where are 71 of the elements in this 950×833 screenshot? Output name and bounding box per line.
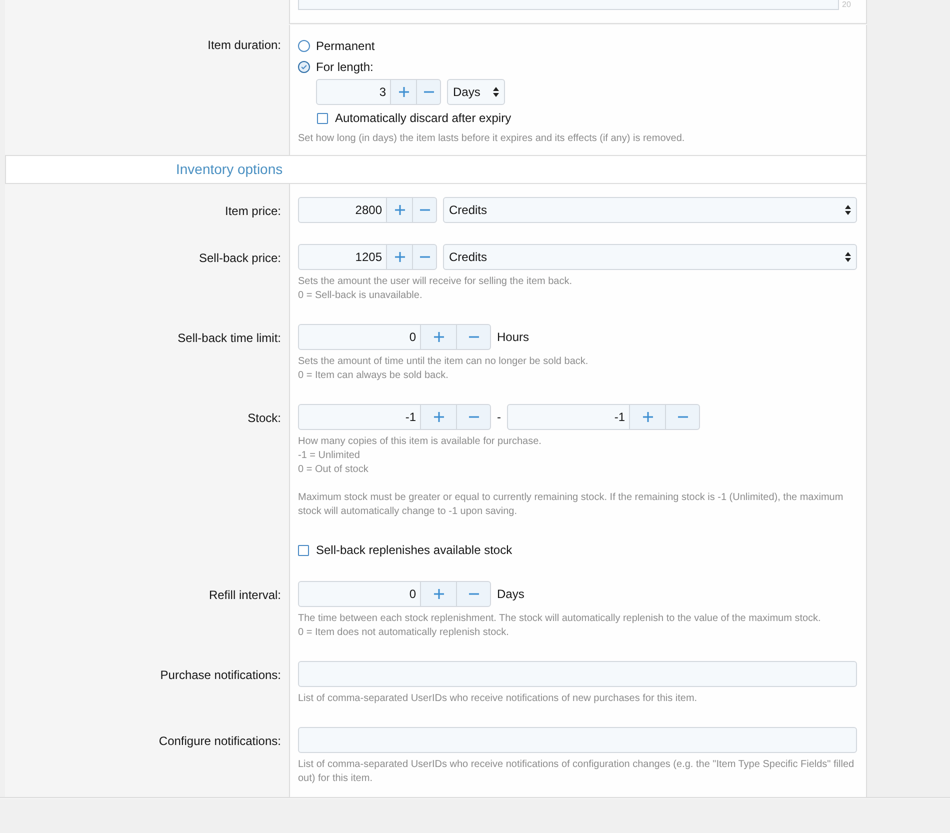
plus-icon [398,86,410,98]
select-caret-icon [845,205,851,215]
field-label: Sell-back time limit: [178,331,281,345]
check-icon [300,62,308,70]
range-separator: - [497,409,501,426]
unit-label: Hours [497,329,530,346]
plus-icon [432,331,444,343]
text-input[interactable] [298,661,857,687]
select-caret-icon [493,87,499,97]
character-counter: 20 [842,0,851,9]
help-text: Sets the amount of time until the item can no longer be sold back. [298,355,590,369]
decrement-button[interactable] [412,244,437,270]
help-text: 0 = Sell-back is unavailable. [298,289,424,303]
number-input[interactable]: -1 [507,404,630,430]
decrement-button[interactable] [665,404,700,430]
plus-icon [394,204,406,216]
select-caret-icon [845,252,851,262]
field-label: Item duration: [208,38,281,52]
option-label: Permanent [316,38,375,54]
number-input[interactable]: 0 [298,581,421,607]
select-dropdown[interactable]: Days [447,79,505,105]
field-label: Sell-back price: [198,251,281,265]
select-dropdown[interactable]: Credits [443,244,857,270]
number-input[interactable]: 1205 [298,244,387,270]
plus-icon [432,588,444,600]
checkbox-label[interactable]: Automatically discard after expiry [335,109,512,127]
increment-button[interactable] [421,324,456,350]
increment-button[interactable] [387,244,412,270]
field-label: Item price: [224,204,281,218]
number-input[interactable]: 3 [316,79,391,105]
help-text: List of comma-separated UserIDs who receive notifications of configuration changes (e.g. the "Item Type Specific Fields" filled out) for this item. [298,758,856,786]
decrement-button[interactable] [412,197,437,223]
radio-button[interactable] [298,60,310,72]
number-input[interactable]: -1 [298,404,421,430]
select-dropdown[interactable]: Credits [443,197,857,223]
help-text: The time between each stock replenishment. The stock will automatically replenish to the value of the maximum stock. [298,612,822,626]
checkbox[interactable] [298,544,309,556]
help-text: Sets the amount the user will receive for selling the item back. [298,275,574,289]
plus-icon [432,411,444,423]
checkbox-label[interactable]: Sell-back replenishes available stock [316,541,512,559]
decrement-button[interactable] [456,404,491,430]
text-input[interactable] [298,727,857,753]
help-text: Set how long (in days) the item lasts before it expires and its effects (if any) is removed. [298,132,686,146]
help-text: 0 = Out of stock [298,463,370,477]
help-text: 0 = Item does not automatically replenish stock. [298,626,510,640]
plus-icon [642,411,654,423]
help-text: 0 = Item can always be sold back. [298,369,450,383]
decrement-button[interactable] [456,581,491,607]
plus-icon [394,251,406,263]
checkbox[interactable] [317,112,328,124]
number-input[interactable]: 0 [298,324,421,350]
section-header: Inventory options [5,155,867,184]
help-text: -1 = Unlimited [298,449,361,463]
radio-button[interactable] [298,40,310,52]
option-label: For length: [316,58,374,76]
increment-button[interactable] [387,197,412,223]
number-input[interactable]: 2800 [298,197,387,223]
increment-button[interactable] [421,581,456,607]
field-label: Configure notifications: [158,734,281,748]
increment-button[interactable] [421,404,456,430]
field-label: Purchase notifications: [160,668,281,682]
help-text: List of comma-separated UserIDs who receive notifications of new purchases for this item. [298,692,698,706]
help-text: How many copies of this item is available for purchase. [298,435,542,449]
increment-button[interactable] [630,404,665,430]
field-label: Stock: [248,411,281,425]
increment-button[interactable] [391,79,416,105]
decrement-button[interactable] [456,324,491,350]
unit-label: Days [497,586,524,603]
decrement-button[interactable] [416,79,441,105]
help-text: Maximum stock must be greater or equal to currently remaining stock. If the remaining stock is -1 (Unlimited), the maximum stock will automatically change to -1 upon saving. [298,491,844,519]
field-label: Refill interval: [208,588,281,602]
